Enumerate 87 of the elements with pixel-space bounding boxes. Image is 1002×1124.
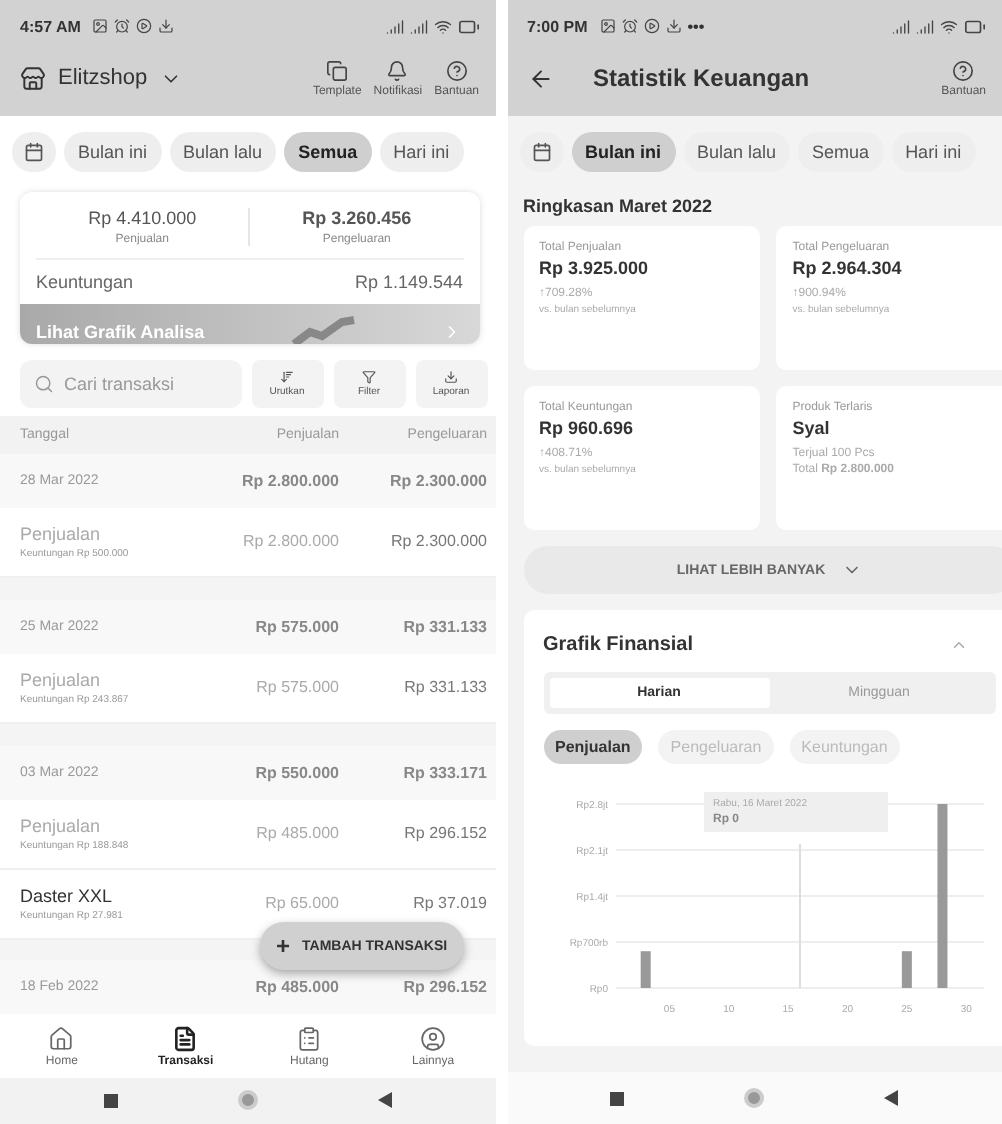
- home-icon: [48, 1025, 75, 1051]
- expense-total: Rp 3.260.456: [302, 208, 412, 228]
- expense-cell-text: Rp 331.133: [401, 617, 487, 636]
- sort-icon: [280, 369, 294, 384]
- profit-total: Rp 1.149.544: [354, 272, 463, 292]
- expense-cell-text: Rp 2.300.000: [388, 532, 487, 551]
- battery-icon: [457, 15, 479, 37]
- filter-icon: [362, 369, 376, 384]
- stat-value: Syal: [792, 418, 832, 438]
- series-pill[interactable]: Penjualan: [543, 730, 643, 764]
- store-name[interactable]: Elitzshop: [58, 66, 148, 90]
- period-chip[interactable]: Bulan ini: [571, 132, 675, 172]
- stat-value: Rp 2.964.304: [792, 258, 904, 278]
- back-arrow-icon: [527, 65, 553, 91]
- chevron-up-icon: [949, 636, 967, 654]
- sales-cell-text: Rp 2.800.000: [240, 471, 339, 490]
- sales-cell-text: Rp 575.000: [254, 678, 339, 697]
- calendar-button[interactable]: [12, 132, 56, 172]
- search-field[interactable]: Cari transaksi: [20, 359, 241, 408]
- document-icon: [172, 1025, 199, 1051]
- sales-cell-text: Rp 65.000: [263, 894, 339, 913]
- search-icon: [34, 373, 54, 394]
- stat-value: Rp 3.925.000: [539, 258, 651, 278]
- expense-cell-text: Rp 2.300.000: [388, 471, 487, 490]
- trend-graph-icon: [289, 316, 358, 344]
- notification-icon: [158, 18, 175, 34]
- calendar-icon: [24, 142, 44, 162]
- signal-icon: [916, 17, 934, 35]
- notification-icon: [136, 18, 153, 34]
- status-more: •••: [687, 17, 705, 35]
- recents-button[interactable]: [103, 1093, 118, 1108]
- expense-cell-text: Rp 296.152: [401, 978, 487, 997]
- recents-button[interactable]: [610, 1091, 625, 1105]
- period-chip[interactable]: Bulan lalu: [683, 132, 791, 172]
- back-button[interactable]: [377, 1092, 392, 1109]
- period-chip[interactable]: Hari ini: [891, 132, 976, 172]
- sales-total: Rp 4.410.000: [88, 208, 197, 228]
- home-button[interactable]: [744, 1088, 765, 1108]
- notification-icon: [599, 18, 616, 34]
- notification-icon: [92, 18, 109, 34]
- calendar-button[interactable]: [519, 132, 563, 172]
- store-icon: [20, 65, 46, 91]
- collapse-toggle[interactable]: [949, 636, 967, 654]
- status-time: 7:00 PM: [527, 17, 588, 35]
- transaction-name[interactable]: Daster XXL: [20, 885, 191, 906]
- notification-icon: [665, 18, 682, 34]
- expense-cell-text: Rp 37.019: [411, 894, 487, 913]
- wifi-icon: [433, 17, 451, 35]
- download-icon: [444, 369, 458, 384]
- signal-icon: [409, 17, 427, 35]
- period-chip[interactable]: Semua: [284, 132, 372, 172]
- sales-cell-text: Rp 550.000: [253, 763, 339, 782]
- chart-title: Grafik Finansial: [543, 634, 694, 656]
- sales-cell-text: Rp 485.000: [254, 824, 339, 843]
- user-icon: [420, 1025, 447, 1051]
- profit-label: Keuntungan: [36, 272, 134, 292]
- signal-icon: [892, 17, 910, 35]
- period-chip[interactable]: Bulan lalu: [169, 132, 277, 172]
- bar: [900, 951, 911, 988]
- help-icon: [952, 59, 975, 81]
- expense-cell-text: Rp 296.152: [402, 824, 487, 843]
- home-button[interactable]: [237, 1090, 258, 1111]
- period-chip[interactable]: Semua: [798, 132, 884, 172]
- sales-cell-text: Rp 2.800.000: [240, 532, 339, 551]
- bar: [639, 951, 650, 988]
- stat-value: Rp 960.696: [539, 418, 636, 438]
- help-icon: [445, 59, 468, 81]
- expense-cell-text: Rp 333.171: [401, 763, 487, 782]
- sales-cell-text: Rp 575.000: [253, 617, 339, 636]
- notification-icon: [643, 18, 660, 34]
- signal-icon: [385, 17, 403, 35]
- expense-cell-text: Rp 331.133: [402, 678, 487, 697]
- status-time: 4:57 AM: [20, 17, 81, 35]
- wifi-icon: [940, 17, 958, 35]
- notification-icon: [621, 18, 638, 34]
- period-chip[interactable]: Hari ini: [379, 132, 464, 172]
- section-title: Ringkasan Maret 2022: [521, 194, 715, 220]
- calendar-icon: [531, 142, 551, 162]
- copy-icon: [326, 59, 349, 81]
- page-title: Statistik Keuangan: [593, 64, 810, 92]
- battery-icon: [964, 15, 986, 37]
- period-chip[interactable]: Bulan ini: [64, 132, 162, 172]
- sales-cell-text: Rp 485.000: [253, 978, 339, 997]
- bell-icon: [386, 59, 409, 81]
- clipboard-icon: [296, 1025, 323, 1051]
- notification-icon: [114, 18, 131, 34]
- back-button[interactable]: [884, 1090, 899, 1106]
